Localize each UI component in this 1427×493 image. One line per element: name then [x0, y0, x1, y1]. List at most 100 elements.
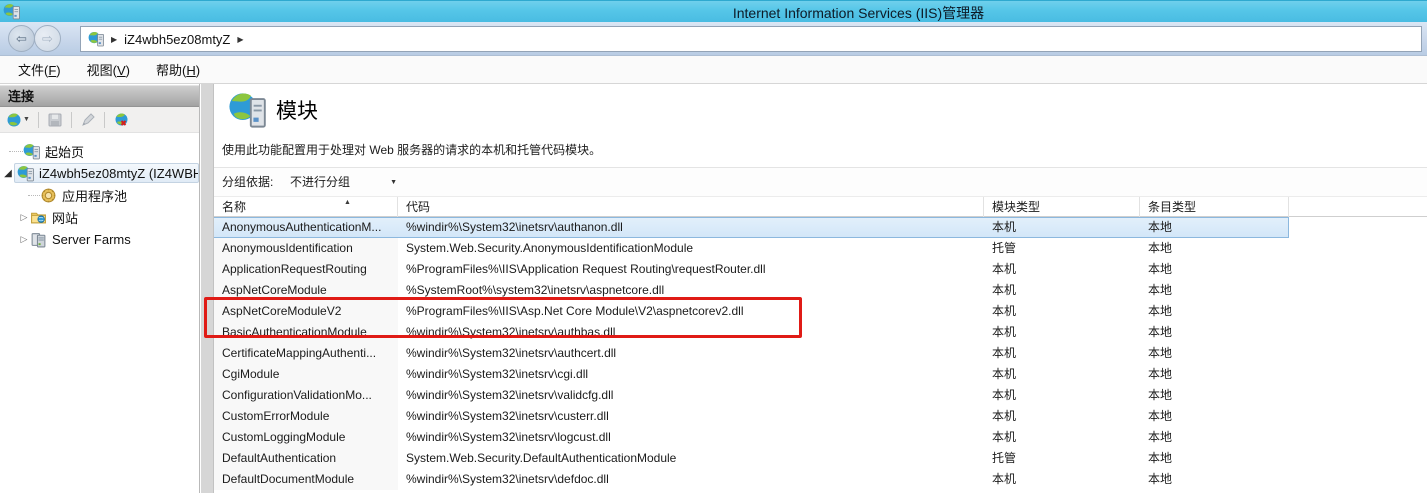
dropdown-caret-icon[interactable]: ▼	[23, 116, 30, 123]
column-header-module-type[interactable]: 模块类型	[984, 197, 1140, 217]
delete-connection-icon[interactable]	[113, 112, 129, 128]
save-connection-icon	[47, 112, 63, 128]
main-content: 模块 使用此功能配置用于处理对 Web 服务器的请求的本机和托管代码模块。 分组…	[214, 84, 1427, 493]
cell-name[interactable]: CgiModule	[214, 364, 398, 385]
cell-module-type[interactable]: 本机	[984, 259, 1140, 280]
cell-module-type[interactable]: 本机	[984, 280, 1140, 301]
cell-code[interactable]: %windir%\System32\inetsrv\authbas.dll	[398, 322, 984, 343]
cell-name[interactable]: BasicAuthenticationModule	[214, 322, 398, 343]
tree-selection: iZ4wbh5ez08mtyZ (IZ4WBH	[14, 163, 199, 183]
address-bar[interactable]: ▶ iZ4wbh5ez08mtyZ ▶	[80, 26, 1422, 52]
cell-name[interactable]: CustomErrorModule	[214, 406, 398, 427]
cell-entry-type[interactable]: 本地	[1140, 385, 1289, 406]
cell-entry-type[interactable]: 本地	[1140, 448, 1289, 469]
cell-entry-type[interactable]: 本地	[1140, 217, 1289, 238]
cell-name[interactable]: DefaultDocumentModule	[214, 469, 398, 490]
menu-help[interactable]: 帮助(H)	[156, 60, 200, 79]
collapsed-triangle-icon[interactable]: ▷	[18, 234, 30, 245]
cell-code[interactable]: %windir%\System32\inetsrv\validcfg.dll	[398, 385, 984, 406]
cell-module-type[interactable]: 本机	[984, 322, 1140, 343]
toolbar-separator	[70, 111, 72, 128]
cell-module-type[interactable]: 本机	[984, 343, 1140, 364]
cell-entry-type[interactable]: 本地	[1140, 469, 1289, 490]
cell-entry-type[interactable]: 本地	[1140, 322, 1289, 343]
table-row[interactable]: ApplicationRequestRouting %ProgramFiles%…	[214, 259, 1289, 280]
cell-module-type[interactable]: 本机	[984, 427, 1140, 448]
table-row[interactable]: AnonymousIdentification System.Web.Secur…	[214, 238, 1289, 259]
cell-code[interactable]: %windir%\System32\inetsrv\custerr.dll	[398, 406, 984, 427]
cell-module-type[interactable]: 托管	[984, 448, 1140, 469]
cell-module-type[interactable]: 本机	[984, 385, 1140, 406]
table-row[interactable]: ConfigurationValidationMo... %windir%\Sy…	[214, 385, 1289, 406]
cell-module-type[interactable]: 本机	[984, 364, 1140, 385]
cell-entry-type[interactable]: 本地	[1140, 238, 1289, 259]
collapsed-triangle-icon[interactable]: ▷	[18, 212, 30, 223]
cell-code[interactable]: %windir%\System32\inetsrv\authcert.dll	[398, 343, 984, 364]
cell-module-type[interactable]: 本机	[984, 217, 1140, 238]
cell-code[interactable]: %windir%\System32\inetsrv\authanon.dll	[398, 217, 984, 238]
column-header-entry-type[interactable]: 条目类型	[1140, 197, 1289, 217]
column-header-name[interactable]: 名称 ▲	[214, 197, 398, 217]
sites-folder-icon	[30, 209, 47, 226]
table-row[interactable]: CustomErrorModule %windir%\System32\inet…	[214, 406, 1289, 427]
forward-button[interactable]: ⇨	[34, 25, 61, 52]
group-by-dropdown[interactable]: 不进行分组 ▼	[286, 171, 401, 194]
back-button[interactable]: ⇦	[8, 25, 35, 52]
tree-item-start-page[interactable]: 起始页	[0, 140, 199, 162]
menu-file[interactable]: 文件(F)	[18, 60, 61, 79]
cell-name[interactable]: DefaultAuthentication	[214, 448, 398, 469]
tree-item-app-pools[interactable]: 应用程序池	[0, 184, 199, 206]
table-row[interactable]: AspNetCoreModuleV2 %ProgramFiles%\IIS\As…	[214, 301, 1289, 322]
table-row[interactable]: CertificateMappingAuthenti... %windir%\S…	[214, 343, 1289, 364]
cell-code[interactable]: %ProgramFiles%\IIS\Application Request R…	[398, 259, 984, 280]
cell-module-type[interactable]: 托管	[984, 238, 1140, 259]
cell-code[interactable]: %windir%\System32\inetsrv\defdoc.dll	[398, 469, 984, 490]
cell-module-type[interactable]: 本机	[984, 469, 1140, 490]
cell-entry-type[interactable]: 本地	[1140, 301, 1289, 322]
cell-entry-type[interactable]: 本地	[1140, 427, 1289, 448]
breadcrumb-server[interactable]: iZ4wbh5ez08mtyZ	[124, 32, 230, 47]
tree-item-server[interactable]: ◢ iZ4wbh5ez08mtyZ (IZ4WBH	[0, 162, 199, 184]
menu-view[interactable]: 视图(V)	[87, 60, 130, 79]
column-header-code[interactable]: 代码	[398, 197, 984, 217]
chevron-right-icon[interactable]: ▶	[111, 35, 117, 44]
tree-item-server-farms[interactable]: ▷ Server Farms	[0, 228, 199, 250]
group-by-label: 分组依据:	[222, 175, 274, 189]
pane-splitter[interactable]	[201, 84, 214, 493]
chevron-right-icon[interactable]: ▶	[237, 35, 243, 44]
cell-name[interactable]: AnonymousAuthenticationM...	[214, 217, 398, 238]
cell-entry-type[interactable]: 本地	[1140, 364, 1289, 385]
cell-code[interactable]: %windir%\System32\inetsrv\cgi.dll	[398, 364, 984, 385]
modules-feature-icon	[228, 91, 266, 129]
cell-module-type[interactable]: 本机	[984, 301, 1140, 322]
expanded-triangle-icon[interactable]: ◢	[2, 168, 14, 179]
table-row[interactable]: AnonymousAuthenticationM... %windir%\Sys…	[214, 217, 1289, 238]
table-row[interactable]: CustomLoggingModule %windir%\System32\in…	[214, 427, 1289, 448]
table-row[interactable]: DefaultAuthentication System.Web.Securit…	[214, 448, 1289, 469]
cell-name[interactable]: AspNetCoreModuleV2	[214, 301, 398, 322]
table-row[interactable]: CgiModule %windir%\System32\inetsrv\cgi.…	[214, 364, 1289, 385]
cell-entry-type[interactable]: 本地	[1140, 406, 1289, 427]
cell-code[interactable]: System.Web.Security.AnonymousIdentificat…	[398, 238, 984, 259]
cell-entry-type[interactable]: 本地	[1140, 280, 1289, 301]
cell-code[interactable]: %SystemRoot%\system32\inetsrv\aspnetcore…	[398, 280, 984, 301]
cell-name[interactable]: CertificateMappingAuthenti...	[214, 343, 398, 364]
create-connection-icon[interactable]: ▼	[6, 112, 30, 128]
feature-description: 使用此功能配置用于处理对 Web 服务器的请求的本机和托管代码模块。	[222, 143, 602, 157]
cell-code[interactable]: System.Web.Security.DefaultAuthenticatio…	[398, 448, 984, 469]
cell-module-type[interactable]: 本机	[984, 406, 1140, 427]
cell-name[interactable]: CustomLoggingModule	[214, 427, 398, 448]
server-icon	[88, 31, 104, 47]
tree-item-sites[interactable]: ▷ 网站	[0, 206, 199, 228]
cell-name[interactable]: ConfigurationValidationMo...	[214, 385, 398, 406]
cell-name[interactable]: AspNetCoreModule	[214, 280, 398, 301]
cell-code[interactable]: %windir%\System32\inetsrv\logcust.dll	[398, 427, 984, 448]
table-row[interactable]: DefaultDocumentModule %windir%\System32\…	[214, 469, 1289, 490]
cell-code[interactable]: %ProgramFiles%\IIS\Asp.Net Core Module\V…	[398, 301, 984, 322]
cell-entry-type[interactable]: 本地	[1140, 259, 1289, 280]
table-row[interactable]: BasicAuthenticationModule %windir%\Syste…	[214, 322, 1289, 343]
cell-name[interactable]: AnonymousIdentification	[214, 238, 398, 259]
cell-name[interactable]: ApplicationRequestRouting	[214, 259, 398, 280]
cell-entry-type[interactable]: 本地	[1140, 343, 1289, 364]
table-row[interactable]: AspNetCoreModule %SystemRoot%\system32\i…	[214, 280, 1289, 301]
